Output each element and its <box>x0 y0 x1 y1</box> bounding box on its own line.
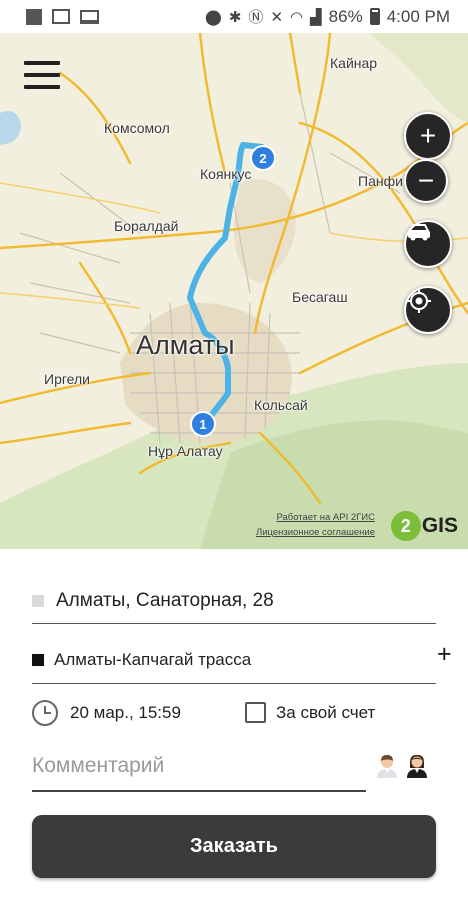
map-label-kolsai: Кольсай <box>254 397 308 413</box>
map-label-irgeli: Иргели <box>44 371 90 387</box>
monitor-icon <box>80 9 99 24</box>
comment-input[interactable] <box>32 754 366 778</box>
map-label-nur-alatau: Нұр Алатау <box>148 443 223 459</box>
map-canvas <box>0 33 468 549</box>
route-end-marker[interactable]: 2 <box>250 145 276 171</box>
2gis-logo: 2 GIS <box>390 511 458 541</box>
battery-percent: 86% <box>328 6 363 26</box>
map-label-koyankus: Коянкус <box>200 166 252 182</box>
clock-time: 4:00 PM <box>386 6 450 26</box>
battery-icon <box>369 8 380 25</box>
from-address-field[interactable]: Алматы, Санаторная, 28 <box>32 578 436 624</box>
2gis-logo-mark: 2 <box>390 511 421 541</box>
traffic-button[interactable] <box>404 220 452 268</box>
map-label-panfilov: Панфи <box>358 173 403 189</box>
crosshair-icon <box>407 289 431 313</box>
male-driver-icon[interactable] <box>374 752 400 778</box>
status-bar: ⬤ ✱ Ⓝ ✕ ◠ ▟ 86% 4:00 PM <box>0 0 468 33</box>
add-stop-button[interactable]: + <box>437 642 452 667</box>
datetime-picker[interactable]: 20 мар., 15:59 <box>70 703 181 723</box>
minus-icon: − <box>417 165 435 196</box>
image-icon <box>52 9 70 24</box>
origin-square-icon <box>32 594 44 607</box>
destination-square-icon <box>32 653 44 666</box>
map-label-besagash: Бесагаш <box>292 289 348 305</box>
license-agreement-link[interactable]: Лицензионное соглашение <box>256 527 375 538</box>
2gis-logo-text: GIS <box>421 514 458 537</box>
order-button[interactable]: Заказать <box>32 815 436 878</box>
wifi-icon: ◠ <box>290 8 304 26</box>
signal-icon: ▟ <box>310 8 322 26</box>
to-address-field[interactable]: Алматы-Капчагай трасса <box>32 636 436 684</box>
clock-icon[interactable] <box>32 700 58 726</box>
api-attribution-link[interactable]: Работает на API 2ГИС <box>276 512 375 523</box>
own-account-label[interactable]: За свой счет <box>276 703 375 723</box>
map-label-komsomol: Комсомол <box>104 120 170 136</box>
female-driver-icon[interactable] <box>404 752 430 778</box>
map-label-kainar: Кайнар <box>330 55 378 71</box>
own-account-checkbox[interactable] <box>245 702 266 723</box>
zoom-out-button[interactable]: − <box>404 159 448 203</box>
to-address-text: Алматы-Капчагай трасса <box>54 649 252 669</box>
location-icon: ⬤ <box>205 8 222 26</box>
menu-icon[interactable] <box>24 61 60 89</box>
plus-icon: + <box>419 120 437 151</box>
bluetooth-icon: ✱ <box>228 8 242 26</box>
map-view[interactable]: Кайнар Комсомол Коянкус Панфи Боралдай Б… <box>0 33 468 549</box>
my-location-button[interactable] <box>404 286 452 334</box>
map-label-almaty: Алматы <box>136 330 235 360</box>
car-icon <box>408 224 430 241</box>
notification-square-icon <box>26 8 42 25</box>
datetime-row: 20 мар., 15:59 За свой счет <box>32 694 436 732</box>
route-start-marker[interactable]: 1 <box>190 411 216 437</box>
nfc-icon: Ⓝ <box>248 9 264 26</box>
mute-icon: ✕ <box>270 8 284 26</box>
map-label-boraldai: Боралдай <box>114 218 179 234</box>
comment-field[interactable] <box>32 742 366 792</box>
zoom-in-button[interactable]: + <box>404 112 452 160</box>
from-address-text: Алматы, Санаторная, 28 <box>56 589 274 611</box>
